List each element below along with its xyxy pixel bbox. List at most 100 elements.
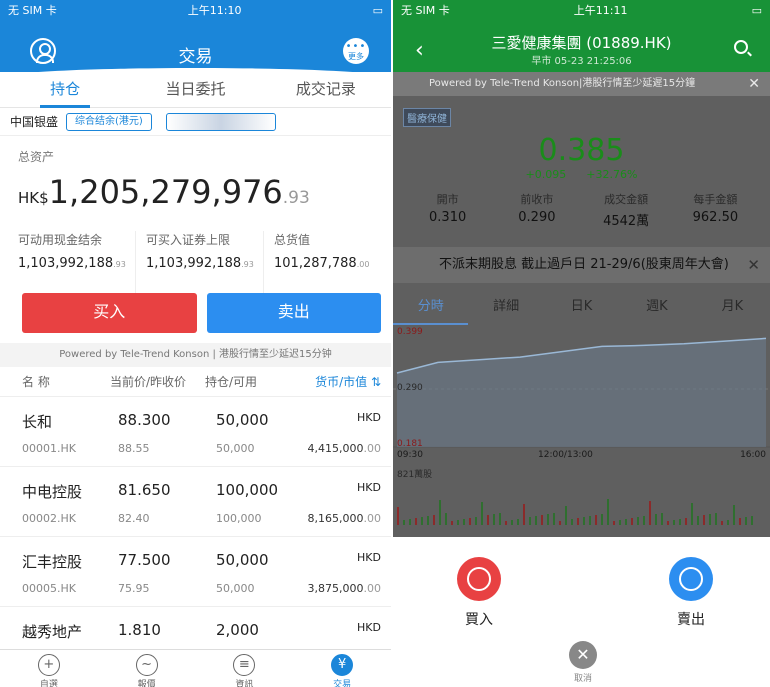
nav-watchlist[interactable]: + 自選 bbox=[0, 650, 98, 687]
time-text: 上午11:10 bbox=[187, 4, 242, 17]
sell-arrow-icon bbox=[669, 557, 713, 601]
volume-bar bbox=[637, 517, 639, 525]
document-icon: ≡ bbox=[233, 654, 256, 676]
volume-bar bbox=[517, 519, 519, 525]
quote-value: 4542萬 bbox=[603, 214, 650, 229]
stat-value-dec: .00 bbox=[356, 260, 370, 269]
quote-label: 開市 bbox=[436, 193, 459, 206]
tab-weekly-k[interactable]: 週K bbox=[619, 291, 694, 325]
quote-turnover: 成交金額 4542萬 bbox=[582, 191, 671, 229]
stock-code: 00002.HK bbox=[22, 512, 76, 525]
status-bar: 无 SIM 卡 上午11:11 ▭ bbox=[393, 0, 770, 20]
time-text: 上午11:11 bbox=[573, 4, 628, 17]
stock-prev-close: 88.55 bbox=[118, 442, 150, 455]
stock-code: 00001.HK bbox=[22, 442, 76, 455]
table-row[interactable]: 长和 88.300 50,000 HKD 00001.HK 88.55 50,000 4,4… bbox=[0, 397, 391, 467]
tab-daily-k[interactable]: 日K bbox=[544, 291, 619, 325]
stock-name: 越秀地产 bbox=[22, 623, 83, 641]
volume-bar bbox=[415, 518, 417, 525]
volume-bar bbox=[475, 517, 477, 525]
price-area bbox=[397, 338, 766, 447]
volume-bar bbox=[649, 501, 651, 525]
volume-bar bbox=[709, 514, 711, 525]
account-stats: 可动用现金结余 1,103,992,188.93 可买入证券上限 1,103,9… bbox=[0, 219, 391, 293]
more-button[interactable]: ••• 更多 bbox=[343, 38, 369, 64]
y-label-low: 0.181 bbox=[397, 439, 423, 449]
stat-value-dec: .93 bbox=[113, 260, 126, 269]
volume-bar bbox=[613, 521, 615, 525]
volume-bar bbox=[631, 518, 633, 525]
stock-title: 三愛健康集團 (01889.HK) bbox=[491, 34, 672, 52]
stat-value: 1,103,992,188.93 bbox=[146, 256, 257, 271]
x-label-open: 09:30 bbox=[397, 450, 423, 460]
tab-today-orders[interactable]: 当日委托 bbox=[130, 72, 260, 107]
volume-bar bbox=[463, 519, 465, 525]
tab-intraday[interactable]: 分時 bbox=[393, 291, 469, 325]
volume-bar bbox=[559, 521, 561, 525]
stat-buy-limit: 可买入证券上限 1,103,992,188.93 bbox=[135, 231, 263, 293]
tab-positions[interactable]: 持仓 bbox=[0, 72, 130, 108]
volume-bar bbox=[553, 513, 555, 525]
sheet-cancel-button[interactable]: ✕ 取消 bbox=[563, 641, 603, 684]
volume-bar bbox=[721, 521, 723, 525]
volume-bar bbox=[547, 514, 549, 525]
sheet-buy-button[interactable]: 買入 bbox=[449, 557, 509, 629]
quote-summary: 開市 0.310 前收市 0.290 成交金額 4542萬 每手金額 962.50 bbox=[393, 191, 770, 229]
stock-available: 100,000 bbox=[216, 512, 262, 525]
dividend-notice: 不派末期股息 截止過戶日 21-29/6(股東周年大會) ✕ bbox=[393, 247, 770, 283]
close-icon[interactable]: ✕ bbox=[748, 72, 760, 96]
volume-bar bbox=[505, 521, 507, 525]
nav-trade[interactable]: ¥ 交易 bbox=[293, 650, 391, 687]
sector-badge: 醫療保健 bbox=[403, 108, 451, 127]
volume-bar bbox=[451, 521, 453, 525]
nav-label: 自選 bbox=[39, 680, 58, 687]
stock-price: 81.650 bbox=[118, 481, 171, 499]
status-bar: 无 SIM 卡 上午11:10 ▭ bbox=[0, 0, 391, 20]
sell-button[interactable]: 卖出 bbox=[206, 293, 381, 333]
stock-value-dec: .00 bbox=[363, 582, 382, 595]
quote-value: 0.290 bbox=[518, 210, 556, 225]
sheet-sell-button[interactable]: 賣出 bbox=[661, 557, 721, 629]
volume-bar bbox=[745, 517, 747, 525]
nav-news[interactable]: ≡ 資訊 bbox=[196, 650, 294, 687]
volume-bar bbox=[457, 520, 459, 525]
total-assets-decimal: .93 bbox=[282, 188, 310, 208]
stock-session-time: 早市 05-23 21:25:06 bbox=[531, 56, 632, 67]
quote-label: 每手金額 bbox=[693, 193, 738, 206]
buy-arrow-icon bbox=[457, 557, 501, 601]
col-value-sort[interactable]: 货币/市值 ⇅ bbox=[315, 373, 381, 390]
stock-available: 50,000 bbox=[216, 582, 255, 595]
volume-bar bbox=[403, 520, 405, 525]
tab-trade-records[interactable]: 成交记录 bbox=[261, 72, 391, 107]
total-assets-integer: 1,205,279,976 bbox=[48, 173, 283, 211]
close-icon[interactable]: ✕ bbox=[747, 247, 760, 283]
volume-bar bbox=[643, 516, 645, 525]
quote-lot-value: 每手金額 962.50 bbox=[671, 191, 760, 229]
search-icon[interactable] bbox=[734, 40, 748, 54]
volume-bar bbox=[703, 515, 705, 525]
stock-prev-close: 75.95 bbox=[118, 582, 150, 595]
buy-button[interactable]: 买入 bbox=[22, 293, 197, 333]
volume-bar bbox=[409, 519, 411, 525]
trade-header: 无 SIM 卡 上午11:10 ▭ 交易 ••• 更多 bbox=[0, 0, 391, 78]
positions-list: 长和 88.300 50,000 HKD 00001.HK 88.55 50,000 4,4… bbox=[0, 397, 391, 677]
tab-details[interactable]: 詳細 bbox=[468, 291, 543, 325]
stock-detail-screen: 无 SIM 卡 上午11:11 ▭ ‹ 三愛健康集團 (01889.HK) 早市… bbox=[393, 0, 770, 687]
stock-value-dec: .00 bbox=[363, 442, 382, 455]
stock-market-value: 8,165,000.00 bbox=[308, 512, 381, 525]
account-number-select[interactable] bbox=[165, 112, 276, 131]
tab-monthly-k[interactable]: 月K bbox=[695, 291, 770, 325]
table-row[interactable]: 中电控股 81.650 100,000 HKD 00002.HK 82.40 100,00… bbox=[0, 467, 391, 537]
volume-bar bbox=[661, 513, 663, 525]
balance-type-select[interactable]: 综合结余(港元) bbox=[66, 112, 152, 131]
stat-value-int: 1,103,992,188 bbox=[18, 256, 114, 271]
table-row[interactable]: 汇丰控股 77.500 50,000 HKD 00005.HK 75.95 50,000 3… bbox=[0, 537, 391, 607]
volume-bar bbox=[589, 516, 591, 525]
stat-value-int: 1,103,992,188 bbox=[146, 256, 242, 271]
quote-open: 開市 0.310 bbox=[403, 191, 492, 229]
stat-total-value: 总货值 101,287,788.00 bbox=[263, 231, 391, 293]
volume-bar bbox=[571, 519, 573, 525]
price-change: +0.095 +32.76% bbox=[393, 168, 770, 181]
nav-quotes[interactable]: ~ 報價 bbox=[98, 650, 196, 687]
volume-bar bbox=[535, 516, 537, 525]
